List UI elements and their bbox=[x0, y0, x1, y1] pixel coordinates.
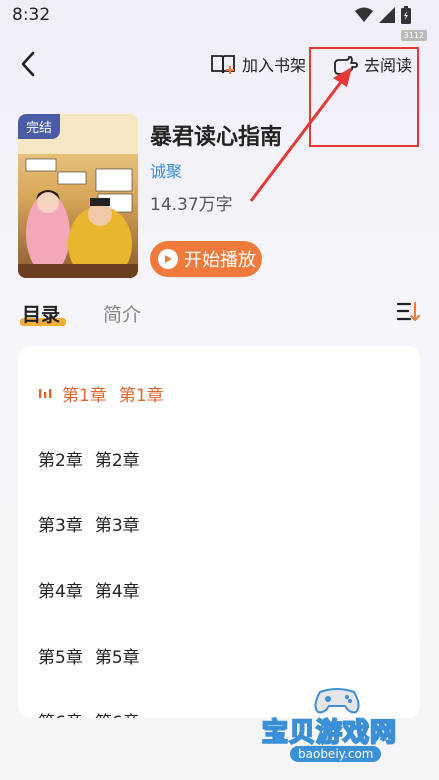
status-icons bbox=[355, 6, 411, 24]
book-author[interactable]: 诚聚 bbox=[150, 158, 182, 182]
wifi-icon bbox=[355, 7, 373, 22]
book-cover[interactable]: 完结 bbox=[18, 114, 138, 278]
chapter-name: 第5章 bbox=[94, 647, 140, 668]
chapter-number: 第5章 bbox=[38, 647, 83, 668]
tab-intro[interactable]: 简介 bbox=[103, 300, 141, 327]
debug-badge: 3112 bbox=[400, 30, 427, 41]
chapter-item-6[interactable]: 第6章 第6章 bbox=[38, 700, 140, 719]
sort-icon bbox=[396, 302, 420, 321]
signal-icon bbox=[379, 7, 395, 23]
chapter-item-2[interactable]: 第2章 第2章 bbox=[38, 438, 140, 478]
book-word-count: 14.37万字 bbox=[150, 195, 233, 215]
now-playing-icon bbox=[38, 385, 54, 401]
battery-icon bbox=[401, 6, 411, 24]
chapter-name: 第3章 bbox=[94, 515, 140, 536]
book-title: 暴君读心指南 bbox=[150, 125, 283, 150]
start-play-button[interactable]: 开始播放 bbox=[150, 241, 262, 277]
site-watermark: 宝贝游戏网 baobeiy.com bbox=[261, 682, 432, 772]
start-play-label: 开始播放 bbox=[184, 250, 256, 271]
chapter-name: 第6章 bbox=[95, 708, 140, 719]
chapter-number: 第4章 bbox=[38, 581, 83, 602]
add-to-shelf-label: 加入书架 bbox=[242, 56, 307, 75]
add-to-shelf-button[interactable]: 加入书架 bbox=[210, 50, 306, 78]
chapter-number: 第3章 bbox=[38, 515, 83, 536]
chapter-item-5[interactable]: 第5章 第5章 bbox=[38, 635, 140, 675]
chapter-name: 第1章 bbox=[118, 385, 164, 406]
chapter-number: 第6章 bbox=[38, 708, 83, 719]
tab-catalog[interactable]: 目录 bbox=[22, 300, 60, 327]
chapter-list: 第1章 第1章 第2章 第2章 第3章 第3章 第4章 第4章 第5章 第5章 … bbox=[18, 346, 420, 718]
sort-button[interactable] bbox=[396, 300, 420, 324]
gamepad-icon bbox=[314, 688, 360, 714]
status-bar: 8:32 3112 bbox=[0, 0, 439, 41]
chapter-name: 第2章 bbox=[94, 450, 140, 471]
chevron-left-icon bbox=[21, 51, 35, 77]
back-button[interactable] bbox=[14, 50, 42, 78]
watermark-url: baobeiy.com bbox=[290, 746, 382, 762]
book-status-badge: 完结 bbox=[18, 114, 61, 139]
status-time: 8:32 bbox=[12, 5, 51, 25]
bookshelf-add-icon bbox=[211, 55, 235, 74]
chapter-item-3[interactable]: 第3章 第3章 bbox=[38, 503, 140, 543]
chapter-item-1[interactable]: 第1章 第1章 bbox=[38, 373, 164, 413]
play-icon bbox=[158, 249, 178, 269]
chapter-number: 第1章 bbox=[62, 385, 107, 406]
watermark-text: 宝贝游戏网 bbox=[261, 717, 398, 749]
annotation-highlight-box bbox=[309, 47, 419, 147]
chapter-item-4[interactable]: 第4章 第4章 bbox=[38, 569, 140, 609]
tab-bar: 目录 简介 bbox=[0, 296, 439, 332]
chapter-name: 第4章 bbox=[94, 581, 140, 602]
chapter-number: 第2章 bbox=[38, 450, 83, 471]
